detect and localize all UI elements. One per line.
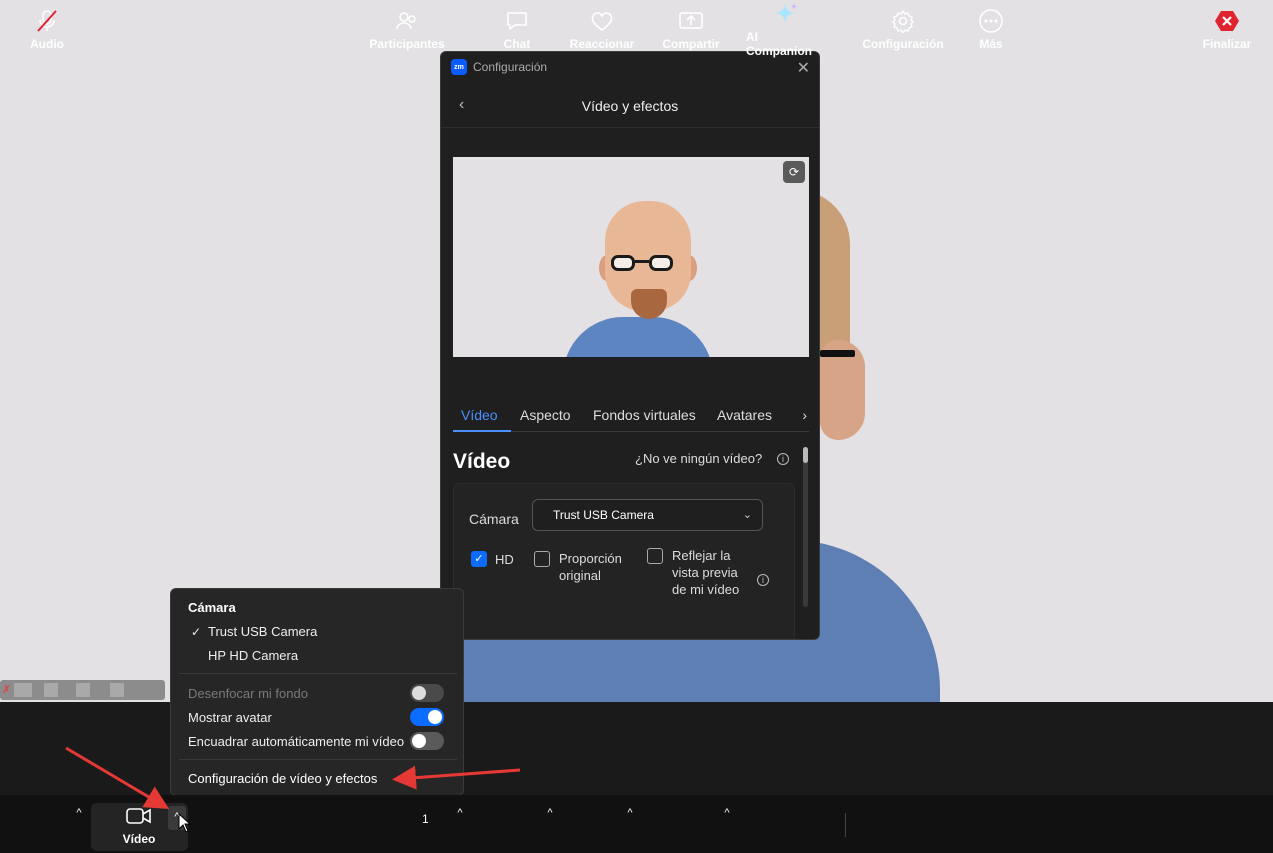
react-label: Reaccionar [569, 36, 635, 51]
gear-icon [891, 8, 915, 34]
share-screen-icon [678, 8, 704, 34]
tab-virtual-backgrounds[interactable]: Fondos virtuales [593, 407, 696, 423]
audio-label: Audio [30, 36, 64, 51]
section-title: Vídeo [453, 450, 511, 473]
preview-avatar-beard [631, 289, 667, 319]
camera-menu-title: Cámara [188, 600, 236, 615]
more-label: Más [979, 36, 1003, 51]
tab-video[interactable]: Vídeo [461, 407, 498, 423]
participants-caret-icon[interactable]: ^ [452, 805, 468, 821]
participants-button[interactable]: Participantes [369, 0, 445, 58]
close-icon[interactable]: ✕ [797, 58, 810, 78]
heart-icon [590, 8, 614, 34]
participants-label: Participantes [369, 36, 445, 51]
end-button[interactable]: Finalizar [1202, 0, 1252, 58]
auto-frame-label: Encuadrar automáticamente mi vídeo [188, 734, 405, 749]
rotate-camera-icon[interactable]: ⟳ [783, 161, 805, 183]
check-icon: ✓ [191, 625, 202, 639]
participants-icon [395, 8, 419, 34]
camera-panel: Cámara Trust USB Camera ⌄ ✓ HD Proporció… [453, 483, 795, 639]
chat-button[interactable]: Chat [497, 0, 537, 58]
camera-option-hp[interactable]: HP HD Camera [208, 648, 298, 663]
window-title: Configuración [473, 60, 548, 74]
hd-label: HD [495, 552, 514, 567]
self-view-thumbnail[interactable]: ✗ [0, 680, 165, 700]
blurred-name [110, 683, 124, 697]
preview-avatar-shirt [563, 317, 713, 357]
chat-label: Chat [503, 36, 531, 51]
menu-divider [179, 759, 457, 760]
video-camera-icon [126, 803, 152, 829]
share-caret-icon[interactable]: ^ [719, 805, 735, 821]
toolbar-separator [845, 813, 846, 837]
blur-background-label: Desenfocar mi fondo [188, 686, 308, 701]
camera-option-trust[interactable]: Trust USB Camera [208, 624, 317, 639]
blur-background-toggle [410, 684, 444, 702]
mic-muted-icon [36, 8, 58, 34]
end-meeting-icon [1214, 8, 1240, 34]
share-button[interactable]: Compartir [660, 0, 722, 58]
active-tab-indicator [453, 430, 511, 432]
blurred-name [14, 683, 32, 697]
settings-label: Configuración [862, 36, 944, 51]
settings-button[interactable]: Configuración [862, 0, 944, 58]
share-label: Compartir [662, 36, 720, 51]
preview-avatar-glasses [611, 255, 689, 271]
settings-scrollbar[interactable] [803, 447, 808, 607]
settings-tabs: Vídeo Aspecto Fondos virtuales Avatares … [453, 402, 809, 432]
show-avatar-toggle[interactable] [410, 708, 444, 726]
ai-companion-button[interactable]: AI Companion [746, 0, 826, 58]
menu-divider [179, 673, 457, 674]
video-settings-link[interactable]: Configuración de vídeo y efectos [188, 771, 377, 786]
camera-select-value: Trust USB Camera [553, 508, 654, 522]
tab-appearance[interactable]: Aspecto [520, 407, 571, 423]
more-button[interactable]: Más [972, 0, 1010, 58]
avatar-glasses [820, 350, 855, 357]
participants-count: 1 [422, 812, 429, 826]
settings-header: ‹ Vídeo y efectos [441, 82, 819, 128]
chevron-down-icon: ⌄ [742, 509, 752, 521]
react-button[interactable]: Reaccionar [570, 0, 634, 58]
no-video-help-link[interactable]: ¿No ve ningún vídeo? [635, 451, 762, 466]
mic-muted-icon: ✗ [2, 684, 12, 696]
audio-caret-icon[interactable]: ^ [71, 805, 87, 821]
hd-checkbox[interactable]: ✓ [471, 551, 487, 567]
tab-avatars[interactable]: Avatares [717, 407, 772, 423]
original-ratio-label: Proporción original [559, 551, 622, 583]
chevron-right-icon[interactable]: › [802, 407, 807, 423]
camera-label: Cámara [469, 511, 519, 527]
zoom-logo-icon: zm [451, 59, 467, 75]
mirror-checkbox[interactable] [647, 548, 663, 564]
settings-window: zm Configuración ✕ ‹ Vídeo y efectos ⟳ V… [440, 51, 820, 640]
header-title: Vídeo y efectos [581, 98, 679, 114]
audio-button[interactable]: Audio [22, 0, 72, 58]
end-label: Finalizar [1202, 36, 1252, 51]
ai-companion-label: AI Companion [746, 29, 812, 58]
show-avatar-label: Mostrar avatar [188, 710, 272, 725]
video-button[interactable]: Vídeo [104, 795, 174, 853]
chat-caret-icon[interactable]: ^ [542, 805, 558, 821]
video-label: Vídeo [122, 831, 156, 846]
mouse-cursor-icon [178, 813, 192, 833]
video-preview: ⟳ [453, 157, 809, 357]
sparkle-icon [773, 1, 799, 27]
camera-select[interactable]: Trust USB Camera ⌄ [532, 499, 763, 531]
info-icon[interactable]: i [757, 574, 769, 586]
blurred-name [76, 683, 90, 697]
camera-menu: Cámara ✓ Trust USB Camera HP HD Camera D… [170, 588, 464, 796]
react-caret-icon[interactable]: ^ [622, 805, 638, 821]
blurred-name [44, 683, 58, 697]
info-icon[interactable]: i [777, 453, 789, 465]
original-ratio-checkbox[interactable] [534, 551, 550, 567]
chat-icon [505, 8, 529, 34]
more-icon [978, 8, 1004, 34]
auto-frame-toggle[interactable] [410, 732, 444, 750]
mirror-label: Reflejar la vista previa de mi vídeo [672, 548, 740, 597]
